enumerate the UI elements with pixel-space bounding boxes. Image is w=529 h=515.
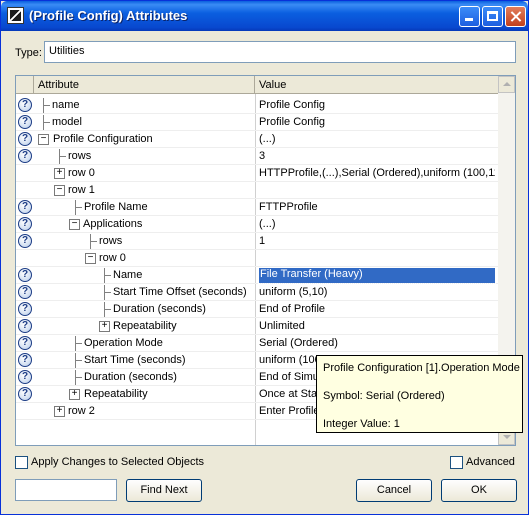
attribute-value[interactable]: Unlimited	[259, 320, 495, 334]
attribute-value[interactable]: 1	[259, 235, 495, 249]
attribute-name: row 0	[68, 167, 95, 179]
expand-icon[interactable]: +	[99, 321, 110, 332]
apply-changes-label[interactable]: Apply Changes to Selected Objects	[31, 456, 204, 468]
table-row[interactable]: ? Operation Mode Serial (Ordered)	[16, 335, 499, 352]
help-icon[interactable]: ?	[18, 149, 32, 163]
tooltip-title: Profile Configuration [1].Operation Mode	[323, 362, 520, 374]
attribute-name: rows	[68, 150, 92, 162]
attribute-value[interactable]	[259, 184, 495, 198]
minimize-icon	[465, 18, 473, 21]
tooltip-symbol: Symbol: Serial (Ordered)	[323, 390, 445, 402]
attribute-value[interactable]	[259, 252, 495, 266]
grid-header: Attribute Value	[16, 76, 499, 94]
attributes-dialog: (Profile Config) Attributes Type: Utilit…	[0, 0, 529, 515]
expand-icon[interactable]: +	[69, 389, 80, 400]
attribute-column-header[interactable]: Attribute	[34, 76, 255, 94]
attribute-value[interactable]: Profile Config	[259, 99, 495, 113]
attribute-name: Start Time (seconds)	[84, 354, 186, 366]
value-column-header[interactable]: Value	[255, 76, 499, 94]
table-row[interactable]: ? Name File Transfer (Heavy)	[16, 267, 499, 284]
attribute-name: rows	[99, 235, 123, 247]
ok-button[interactable]: OK	[441, 479, 517, 502]
table-row[interactable]: ? − Profile Configuration (...)	[16, 131, 499, 148]
attribute-name: Name	[113, 269, 143, 281]
attribute-value[interactable]: uniform (5,10)	[259, 286, 495, 300]
expand-icon[interactable]: +	[54, 168, 65, 179]
attribute-name: Applications	[83, 218, 143, 230]
help-icon[interactable]: ?	[18, 353, 32, 367]
attribute-name: Operation Mode	[84, 337, 163, 349]
find-next-button[interactable]: Find Next	[126, 479, 202, 502]
expand-icon[interactable]: +	[54, 406, 65, 417]
attribute-name: Profile Name	[84, 201, 148, 213]
collapse-icon[interactable]: −	[85, 253, 96, 264]
help-icon[interactable]: ?	[18, 268, 32, 282]
table-row[interactable]: + row 0 HTTPProfile,(...),Serial (Ordere…	[16, 165, 499, 182]
attribute-value[interactable]: (...)	[259, 133, 495, 147]
help-icon[interactable]: ?	[18, 132, 32, 146]
type-label: Type:	[15, 47, 42, 59]
maximize-button[interactable]	[482, 6, 503, 27]
help-icon[interactable]: ?	[18, 387, 32, 401]
minimize-button[interactable]	[459, 6, 480, 27]
help-icon[interactable]: ?	[18, 319, 32, 333]
close-button[interactable]	[505, 6, 526, 27]
attribute-name: Duration (seconds)	[84, 371, 177, 383]
attribute-value[interactable]: (...)	[259, 218, 495, 232]
help-icon[interactable]: ?	[18, 370, 32, 384]
table-row[interactable]: ? name Profile Config	[16, 97, 499, 114]
help-icon[interactable]: ?	[18, 285, 32, 299]
type-field[interactable]: Utilities	[44, 41, 516, 63]
attribute-value[interactable]: End of Profile	[259, 303, 495, 317]
table-row[interactable]: − row 0	[16, 250, 499, 267]
attribute-name: Duration (seconds)	[113, 303, 206, 315]
help-icon[interactable]: ?	[18, 98, 32, 112]
attribute-name: Repeatability	[84, 388, 148, 400]
help-icon[interactable]: ?	[18, 200, 32, 214]
table-row[interactable]: ? model Profile Config	[16, 114, 499, 131]
app-icon	[7, 7, 24, 24]
attribute-value[interactable]: 3	[259, 150, 495, 164]
table-row[interactable]: ? + Repeatability Unlimited	[16, 318, 499, 335]
attribute-name: name	[52, 99, 80, 111]
attribute-name: Profile Configuration	[53, 133, 153, 145]
title-bar[interactable]: (Profile Config) Attributes	[1, 1, 528, 31]
help-icon[interactable]: ?	[18, 234, 32, 248]
attribute-value[interactable]: HTTPProfile,(...),Serial (Ordered),unifo…	[259, 167, 495, 181]
tooltip-integer-value: Integer Value: 1	[323, 418, 400, 430]
help-icon[interactable]: ?	[18, 115, 32, 129]
attribute-name: row 1	[68, 184, 95, 196]
apply-changes-checkbox[interactable]	[15, 456, 28, 469]
attribute-name: row 0	[99, 252, 126, 264]
collapse-icon[interactable]: −	[38, 134, 49, 145]
attribute-name: Start Time Offset (seconds)	[113, 286, 247, 298]
attribute-value[interactable]: FTTPProfile	[259, 201, 495, 215]
scroll-up-icon[interactable]	[498, 76, 515, 93]
collapse-icon[interactable]: −	[54, 185, 65, 196]
attribute-value[interactable]: Profile Config	[259, 116, 495, 130]
window-title: (Profile Config) Attributes	[29, 8, 188, 23]
table-row[interactable]: ? Start Time Offset (seconds) uniform (5…	[16, 284, 499, 301]
attribute-value[interactable]: Serial (Ordered)	[259, 337, 495, 351]
help-icon[interactable]: ?	[18, 302, 32, 316]
table-row[interactable]: ? − Applications (...)	[16, 216, 499, 233]
table-row[interactable]: ? Profile Name FTTPProfile	[16, 199, 499, 216]
find-input[interactable]	[15, 479, 117, 501]
table-row[interactable]: ? rows 1	[16, 233, 499, 250]
help-icon[interactable]: ?	[18, 336, 32, 350]
attribute-name: model	[52, 116, 82, 128]
advanced-label[interactable]: Advanced	[466, 456, 515, 468]
cancel-button[interactable]: Cancel	[356, 479, 432, 502]
maximize-icon	[487, 11, 498, 21]
help-icon[interactable]: ?	[18, 217, 32, 231]
table-row[interactable]: ? rows 3	[16, 148, 499, 165]
attribute-tooltip: Profile Configuration [1].Operation Mode…	[316, 355, 523, 433]
table-row[interactable]: − row 1	[16, 182, 499, 199]
attribute-name: row 2	[68, 405, 95, 417]
collapse-icon[interactable]: −	[69, 219, 80, 230]
table-row[interactable]: ? Duration (seconds) End of Profile	[16, 301, 499, 318]
attribute-value-selected[interactable]: File Transfer (Heavy)	[258, 267, 496, 284]
attribute-name: Repeatability	[113, 320, 177, 332]
advanced-checkbox[interactable]	[450, 456, 463, 469]
